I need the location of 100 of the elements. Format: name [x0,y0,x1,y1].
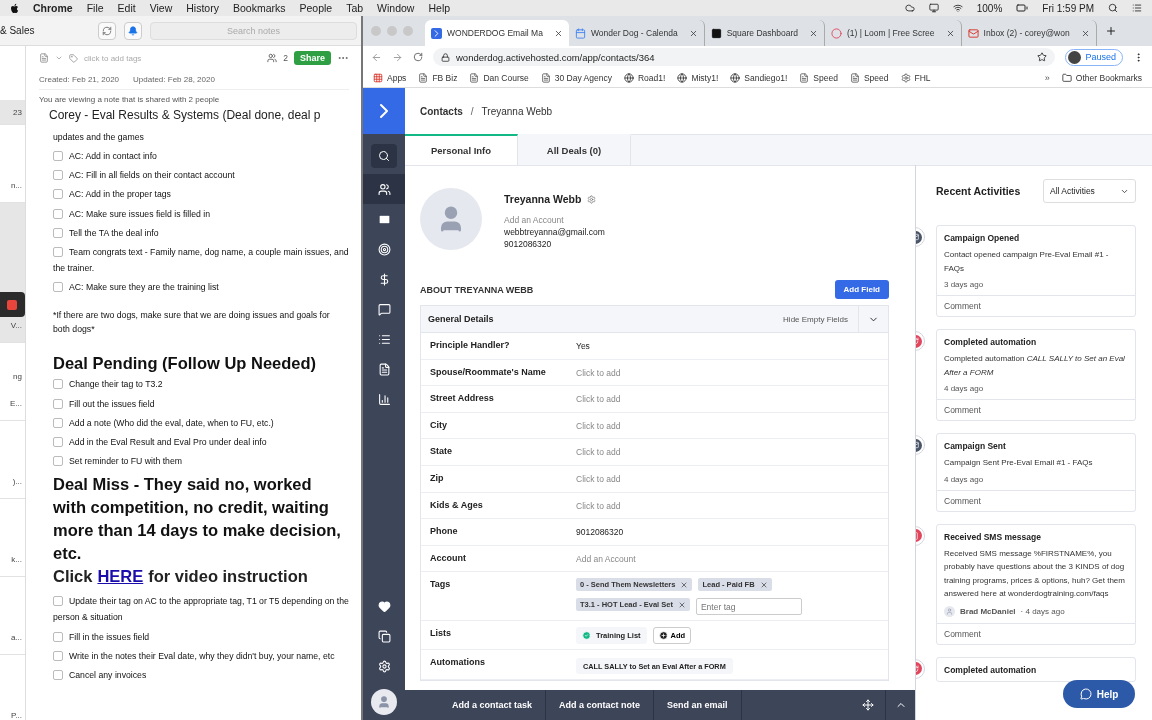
footer-action[interactable]: Send an email [654,690,742,720]
comment-button[interactable]: Comment [937,489,1135,511]
tab[interactable]: Personal Info [405,134,518,165]
note-list-item[interactable]: 23 [0,100,25,125]
battery-icon[interactable] [1016,2,1029,14]
copy-icon[interactable] [377,629,391,643]
sync-button[interactable] [98,21,116,40]
target-icon[interactable] [377,242,391,256]
checkbox[interactable] [53,436,63,447]
checkbox[interactable] [53,208,63,219]
close-icon[interactable] [553,28,563,38]
settings-icon[interactable] [377,659,391,673]
remove-icon[interactable] [677,600,686,609]
activity-filter[interactable]: All Activities [1043,179,1136,203]
heart-icon[interactable] [377,599,391,613]
field-placeholder[interactable]: Click to add [576,386,621,412]
browser-tab[interactable]: (1) | Loom | Free Scree [825,20,962,46]
checkbox[interactable] [53,170,63,181]
browser-tab[interactable]: Wonder Dog - Calenda [568,20,705,46]
forward-icon[interactable] [392,51,403,63]
logo[interactable] [363,88,405,134]
note-icon[interactable] [39,53,49,63]
field-placeholder[interactable]: Click to add [576,359,621,386]
checkbox[interactable] [53,650,63,661]
search-icon[interactable] [1108,3,1118,13]
bookmark[interactable]: Apps [373,72,407,83]
more-bookmarks[interactable]: » [1044,72,1050,83]
remove-icon[interactable] [759,580,768,589]
search-field[interactable]: Search notes [150,21,357,40]
browser-tab[interactable]: WONDERDOG Email Ma [425,20,569,46]
user-avatar[interactable] [371,689,397,715]
field-placeholder[interactable]: Click to add [576,412,621,439]
checkbox[interactable] [53,455,63,466]
comment-button[interactable]: Comment [937,399,1135,420]
list-icon[interactable] [377,332,391,346]
checkbox[interactable] [53,379,63,390]
footer-action[interactable]: Add a contact note [546,690,655,720]
bookmark[interactable]: FHL [900,72,931,83]
bookmark[interactable]: Speed [799,72,838,83]
close-icon[interactable] [688,28,698,38]
footer-action[interactable]: Add a contact task [439,690,547,720]
bookmark-folder[interactable]: Other Bookmarks [1061,72,1142,83]
breadcrumb-link[interactable]: Contacts [420,105,463,117]
mail-icon[interactable] [377,212,391,226]
checkbox[interactable] [53,227,63,238]
search-button[interactable] [371,144,397,168]
bookmark[interactable]: Speed [849,72,889,83]
menu-item[interactable]: People [299,2,333,14]
bookmark[interactable]: Road1! [623,72,666,83]
field-placeholder[interactable]: Add an Account [576,545,636,572]
new-tab-icon[interactable] [1104,25,1117,37]
menu-item[interactable]: Chrome [33,2,73,14]
field-placeholder[interactable]: Click to add [576,465,621,492]
bookmark[interactable]: 30 Day Agency [540,72,612,83]
bell-icon[interactable] [128,25,138,36]
tab[interactable]: All Deals (0) [518,134,631,165]
menu-item[interactable]: File [86,2,104,14]
tag-input[interactable]: Enter tag [695,598,802,616]
bookmark[interactable]: Dan Course [469,72,529,83]
browser-tab[interactable]: Inbox (2) - corey@won [961,20,1097,46]
chat-icon[interactable] [377,302,391,316]
field-placeholder[interactable]: Click to add [576,492,621,519]
menu-item[interactable]: Window [377,2,415,14]
caret-icon[interactable] [55,54,63,62]
bookmark[interactable]: FB Biz [418,72,458,83]
menu-item[interactable]: Help [428,2,451,14]
close-icon[interactable] [1080,28,1090,38]
comment-button[interactable]: Comment [937,622,1135,644]
bookmark[interactable]: Sandiego1! [730,72,788,83]
checkbox[interactable] [53,398,63,409]
remove-icon[interactable] [680,580,689,589]
recording-widget[interactable] [0,292,25,317]
refresh-icon[interactable] [102,25,112,36]
menu-item[interactable]: Tab [346,2,364,14]
browser-tab[interactable]: Square Dashboard [704,20,825,46]
checkbox[interactable] [53,595,63,606]
reload-icon[interactable] [413,52,423,62]
back-icon[interactable] [371,51,382,63]
address-bar[interactable]: wonderdog.activehosted.com/app/contacts/364 [433,48,1056,66]
checkbox[interactable] [53,417,63,428]
page-icon[interactable] [377,362,391,376]
menu-item[interactable]: History [186,2,219,14]
note-list-item[interactable]: V... [0,203,25,343]
checkbox[interactable] [53,669,63,680]
chart-icon[interactable] [377,392,391,406]
field-placeholder[interactable]: Click to add [576,439,621,465]
close-icon[interactable] [809,28,818,38]
checkbox[interactable] [53,151,63,162]
contacts-nav[interactable] [363,174,405,204]
help-button[interactable]: Help [1063,680,1135,708]
bookmark[interactable]: Misty1! [677,72,719,83]
display-icon[interactable] [928,3,939,13]
notification-button[interactable] [124,21,142,40]
account-link[interactable]: Add an Account [504,214,605,226]
search-icon[interactable] [378,150,390,162]
comment-button[interactable]: Comment [937,295,1135,316]
checkbox[interactable] [53,631,63,642]
checkbox[interactable] [53,189,63,200]
menu-item[interactable]: Bookmarks [232,2,286,14]
wifi-icon[interactable] [952,3,963,13]
